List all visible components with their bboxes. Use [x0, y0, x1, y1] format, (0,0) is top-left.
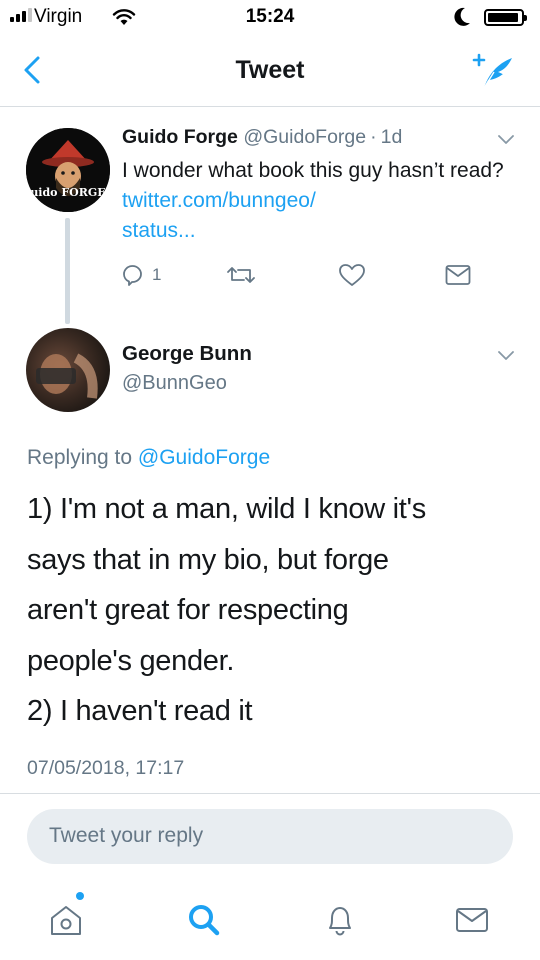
reply-input[interactable]: Tweet your reply — [27, 809, 513, 864]
author-handle[interactable]: @BunnGeo — [122, 372, 227, 395]
tweet-menu-chevron-icon[interactable] — [496, 348, 516, 367]
reply-count: 1 — [152, 265, 162, 284]
parent-tweet-link-continued[interactable]: status... — [122, 219, 196, 242]
direct-message-action[interactable] — [444, 262, 472, 288]
home-notification-dot — [76, 892, 84, 900]
envelope-icon — [445, 265, 471, 285]
battery-icon — [484, 9, 527, 26]
author-name[interactable]: George Bunn — [122, 342, 252, 366]
search-icon[interactable] — [180, 896, 228, 944]
do-not-disturb-moon-icon — [452, 6, 472, 33]
parent-author-name[interactable]: Guido Forge — [122, 126, 238, 148]
parent-tweet-text: I wonder what book this guy hasn’t read?… — [122, 156, 522, 246]
reply-icon — [123, 265, 142, 286]
replying-to-mention[interactable]: @GuidoForge — [138, 446, 270, 469]
parent-tweet-age: 1d — [380, 126, 403, 148]
parent-tweet-body: I wonder what book this guy hasn’t read? — [122, 159, 504, 182]
replying-to-label: Replying to — [27, 446, 133, 469]
thread-connector-line — [65, 218, 70, 324]
reply-action[interactable]: 1 — [120, 262, 161, 288]
parent-tweet-header: Guido Forge @GuidoForge · 1d — [122, 126, 402, 149]
like-action[interactable] — [338, 262, 366, 288]
status-bar: Virgin 15:24 — [0, 0, 540, 40]
divider — [0, 793, 540, 794]
parent-tweet-actions: 1 — [120, 262, 490, 298]
messages-envelope-icon[interactable] — [448, 896, 496, 944]
replying-to-line: Replying to @GuidoForge — [27, 446, 270, 470]
parent-tweet-link[interactable]: twitter.com/bunngeo/ — [122, 189, 316, 212]
compose-tweet-icon[interactable] — [470, 50, 518, 94]
parent-author-handle[interactable]: @GuidoForge — [243, 126, 366, 148]
notifications-bell-icon[interactable] — [316, 896, 364, 944]
avatar-logo-text: uido FORGE — [30, 186, 106, 199]
guido-forge-avatar[interactable]: uido FORGE — [26, 128, 110, 212]
retweet-action[interactable] — [226, 262, 256, 288]
george-bunn-avatar[interactable] — [26, 328, 110, 412]
heart-icon — [339, 264, 365, 286]
tweet-timestamp: 07/05/2018, 17:17 — [27, 757, 185, 779]
page-title: Tweet — [235, 56, 305, 84]
parent-tweet-menu-chevron-icon[interactable] — [496, 132, 516, 151]
header-separator: · — [370, 126, 377, 148]
reply-placeholder: Tweet your reply — [49, 824, 204, 847]
retweet-icon — [227, 267, 255, 283]
tweet-body: 1) I'm not a man, wild I know it's says … — [27, 493, 426, 727]
home-icon[interactable] — [42, 896, 90, 944]
